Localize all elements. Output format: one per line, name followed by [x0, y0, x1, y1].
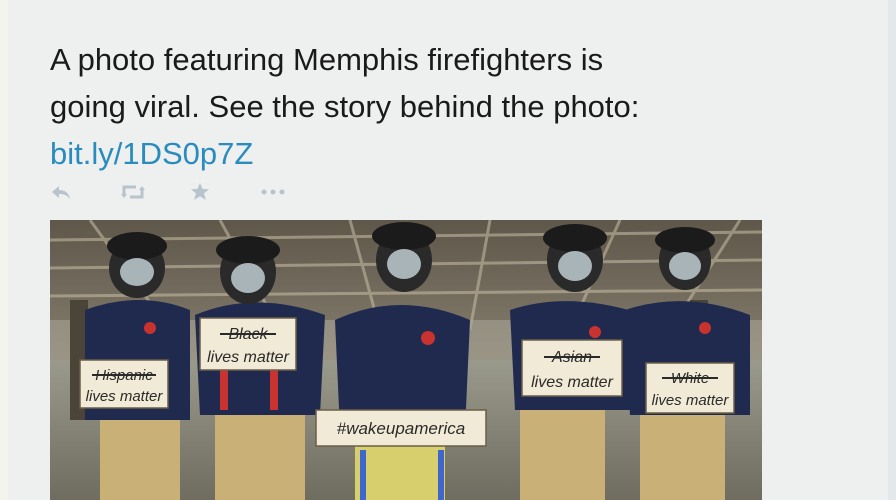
- tweet-photo[interactable]: Hispanic lives matter Black lives matter…: [50, 220, 762, 500]
- sign-white: White lives matter: [645, 362, 735, 414]
- favorite-button[interactable]: [190, 177, 260, 207]
- retweet-icon: [121, 185, 145, 199]
- sign-black: Black lives matter: [199, 317, 297, 371]
- reply-button[interactable]: [50, 177, 120, 207]
- sign-asian: Asian lives matter: [521, 339, 623, 397]
- star-icon: [191, 183, 209, 200]
- sign-black-line: lives matter: [207, 349, 289, 366]
- sign-wakeupamerica-text: #wakeupamerica: [337, 419, 466, 438]
- retweet-button[interactable]: [120, 177, 190, 207]
- sign-asian-line: lives matter: [531, 374, 613, 391]
- sign-white-line: lives matter: [652, 392, 730, 409]
- sign-wakeupamerica: #wakeupamerica: [315, 409, 487, 447]
- tweet-card: A photo featuring Memphis firefighters i…: [8, 0, 888, 500]
- firefighters-photo: Hispanic lives matter Black lives matter…: [50, 220, 762, 500]
- tweet-actions: [50, 176, 330, 208]
- tweet-text-line-2: going viral. See the story behind the ph…: [50, 89, 640, 124]
- more-button[interactable]: [260, 177, 330, 207]
- sign-hispanic: Hispanic lives matter: [79, 359, 169, 409]
- tweet-text: A photo featuring Memphis firefighters i…: [50, 36, 790, 177]
- more-icon: [261, 189, 285, 195]
- sign-hispanic-line: lives matter: [86, 388, 164, 405]
- tweet-text-line-1: A photo featuring Memphis firefighters i…: [50, 42, 604, 77]
- tweet-link[interactable]: bit.ly/1DS0p7Z: [50, 136, 253, 171]
- reply-icon: [52, 186, 70, 199]
